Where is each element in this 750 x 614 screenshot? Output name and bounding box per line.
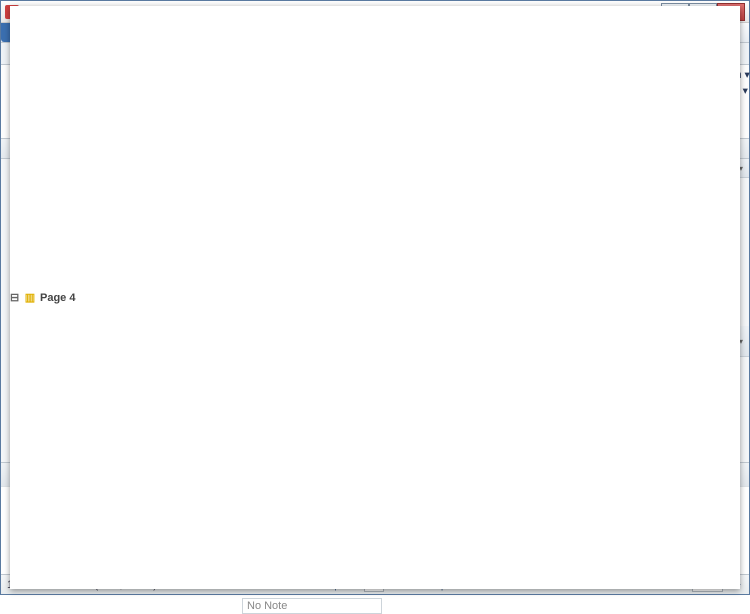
note-field[interactable]: No Note [242,598,382,614]
comments-tree: S̶tsan - 6/5/18 10:44:48 AM - Cross out … [1,487,236,574]
tree-page[interactable]: ⊟▥Page 4 [10,487,236,574]
